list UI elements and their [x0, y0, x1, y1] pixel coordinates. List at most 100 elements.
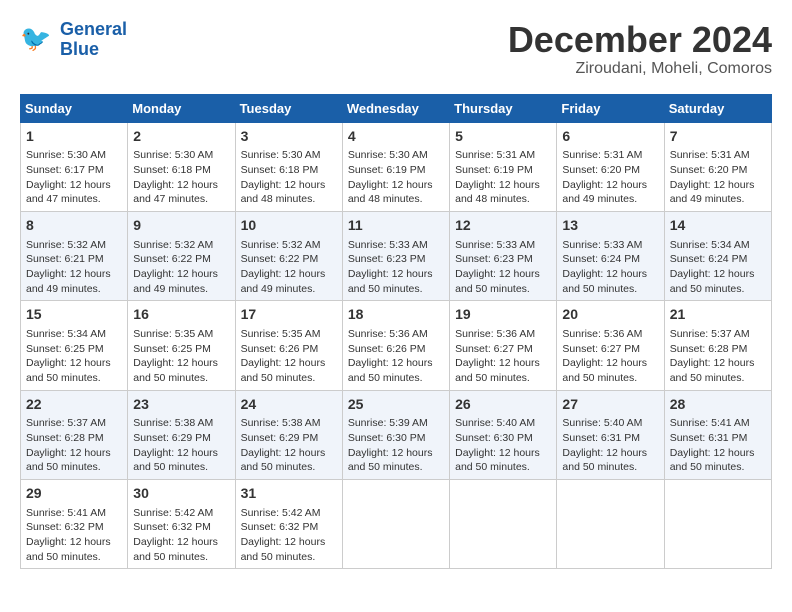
- day-number: 1: [26, 127, 122, 147]
- day-info: Sunrise: 5:35 AM: [241, 327, 337, 342]
- day-info: and 50 minutes.: [562, 460, 658, 475]
- day-info: Daylight: 12 hours: [241, 535, 337, 550]
- table-row: [450, 479, 557, 568]
- day-info: Sunset: 6:22 PM: [133, 252, 229, 267]
- day-info: Sunrise: 5:36 AM: [455, 327, 551, 342]
- table-row: 31Sunrise: 5:42 AMSunset: 6:32 PMDayligh…: [235, 479, 342, 568]
- day-info: and 50 minutes.: [670, 371, 766, 386]
- day-info: Daylight: 12 hours: [562, 356, 658, 371]
- day-info: and 50 minutes.: [26, 550, 122, 565]
- table-row: 19Sunrise: 5:36 AMSunset: 6:27 PMDayligh…: [450, 301, 557, 390]
- day-info: Sunset: 6:24 PM: [562, 252, 658, 267]
- day-number: 3: [241, 127, 337, 147]
- table-row: 24Sunrise: 5:38 AMSunset: 6:29 PMDayligh…: [235, 390, 342, 479]
- day-info: Sunset: 6:32 PM: [241, 520, 337, 535]
- day-info: Daylight: 12 hours: [562, 267, 658, 282]
- table-row: [664, 479, 771, 568]
- day-info: Sunrise: 5:34 AM: [670, 238, 766, 253]
- day-info: Daylight: 12 hours: [241, 356, 337, 371]
- day-info: Sunset: 6:30 PM: [348, 431, 444, 446]
- table-row: 26Sunrise: 5:40 AMSunset: 6:30 PMDayligh…: [450, 390, 557, 479]
- logo-text: General Blue: [60, 20, 127, 60]
- table-row: 1Sunrise: 5:30 AMSunset: 6:17 PMDaylight…: [21, 122, 128, 211]
- day-info: Daylight: 12 hours: [670, 267, 766, 282]
- day-info: Sunrise: 5:31 AM: [455, 148, 551, 163]
- day-info: Sunrise: 5:37 AM: [26, 416, 122, 431]
- day-info: Sunrise: 5:32 AM: [26, 238, 122, 253]
- table-row: 4Sunrise: 5:30 AMSunset: 6:19 PMDaylight…: [342, 122, 449, 211]
- day-number: 10: [241, 216, 337, 236]
- day-number: 5: [455, 127, 551, 147]
- title-block: December 2024 Ziroudani, Moheli, Comoros: [508, 20, 772, 78]
- day-info: and 50 minutes.: [26, 371, 122, 386]
- col-thursday: Thursday: [450, 94, 557, 122]
- table-row: 12Sunrise: 5:33 AMSunset: 6:23 PMDayligh…: [450, 211, 557, 300]
- svg-text:🐦: 🐦: [20, 25, 51, 53]
- day-info: and 47 minutes.: [133, 192, 229, 207]
- logo: 🐦 General Blue: [20, 20, 127, 60]
- day-number: 13: [562, 216, 658, 236]
- day-info: and 49 minutes.: [26, 282, 122, 297]
- day-info: and 50 minutes.: [241, 460, 337, 475]
- calendar-row: 29Sunrise: 5:41 AMSunset: 6:32 PMDayligh…: [21, 479, 772, 568]
- day-info: and 50 minutes.: [348, 371, 444, 386]
- day-info: and 50 minutes.: [455, 460, 551, 475]
- table-row: [342, 479, 449, 568]
- page-header: 🐦 General Blue December 2024 Ziroudani, …: [20, 20, 772, 78]
- calendar-row: 15Sunrise: 5:34 AMSunset: 6:25 PMDayligh…: [21, 301, 772, 390]
- day-info: Daylight: 12 hours: [26, 356, 122, 371]
- day-info: and 50 minutes.: [562, 371, 658, 386]
- day-info: Daylight: 12 hours: [26, 267, 122, 282]
- day-info: Sunset: 6:20 PM: [562, 163, 658, 178]
- day-number: 26: [455, 395, 551, 415]
- day-info: Sunrise: 5:40 AM: [562, 416, 658, 431]
- day-info: Sunset: 6:31 PM: [562, 431, 658, 446]
- day-info: and 48 minutes.: [455, 192, 551, 207]
- table-row: 22Sunrise: 5:37 AMSunset: 6:28 PMDayligh…: [21, 390, 128, 479]
- day-info: Sunset: 6:28 PM: [670, 342, 766, 357]
- day-info: and 50 minutes.: [26, 460, 122, 475]
- table-row: 14Sunrise: 5:34 AMSunset: 6:24 PMDayligh…: [664, 211, 771, 300]
- day-info: Daylight: 12 hours: [133, 267, 229, 282]
- day-info: Daylight: 12 hours: [26, 535, 122, 550]
- calendar-table: Sunday Monday Tuesday Wednesday Thursday…: [20, 94, 772, 570]
- table-row: 20Sunrise: 5:36 AMSunset: 6:27 PMDayligh…: [557, 301, 664, 390]
- day-info: and 50 minutes.: [455, 371, 551, 386]
- day-number: 12: [455, 216, 551, 236]
- day-info: and 49 minutes.: [133, 282, 229, 297]
- day-number: 15: [26, 305, 122, 325]
- day-info: Sunrise: 5:35 AM: [133, 327, 229, 342]
- day-number: 22: [26, 395, 122, 415]
- day-info: Sunrise: 5:34 AM: [26, 327, 122, 342]
- day-info: and 48 minutes.: [241, 192, 337, 207]
- day-info: Sunrise: 5:31 AM: [562, 148, 658, 163]
- day-info: Sunset: 6:27 PM: [562, 342, 658, 357]
- day-info: and 50 minutes.: [348, 460, 444, 475]
- day-number: 21: [670, 305, 766, 325]
- day-info: Sunset: 6:29 PM: [241, 431, 337, 446]
- day-info: and 50 minutes.: [133, 550, 229, 565]
- day-info: Sunset: 6:32 PM: [26, 520, 122, 535]
- day-info: Sunset: 6:18 PM: [133, 163, 229, 178]
- day-info: Sunrise: 5:30 AM: [348, 148, 444, 163]
- day-number: 27: [562, 395, 658, 415]
- day-number: 23: [133, 395, 229, 415]
- day-info: and 50 minutes.: [670, 460, 766, 475]
- table-row: [557, 479, 664, 568]
- table-row: 13Sunrise: 5:33 AMSunset: 6:24 PMDayligh…: [557, 211, 664, 300]
- header-row: Sunday Monday Tuesday Wednesday Thursday…: [21, 94, 772, 122]
- day-info: Daylight: 12 hours: [455, 267, 551, 282]
- day-info: Sunrise: 5:33 AM: [455, 238, 551, 253]
- day-info: Sunset: 6:30 PM: [455, 431, 551, 446]
- day-number: 16: [133, 305, 229, 325]
- col-tuesday: Tuesday: [235, 94, 342, 122]
- day-info: and 50 minutes.: [133, 460, 229, 475]
- day-number: 6: [562, 127, 658, 147]
- day-number: 7: [670, 127, 766, 147]
- day-number: 8: [26, 216, 122, 236]
- table-row: 28Sunrise: 5:41 AMSunset: 6:31 PMDayligh…: [664, 390, 771, 479]
- table-row: 2Sunrise: 5:30 AMSunset: 6:18 PMDaylight…: [128, 122, 235, 211]
- day-info: Daylight: 12 hours: [348, 178, 444, 193]
- day-info: Sunrise: 5:37 AM: [670, 327, 766, 342]
- day-number: 4: [348, 127, 444, 147]
